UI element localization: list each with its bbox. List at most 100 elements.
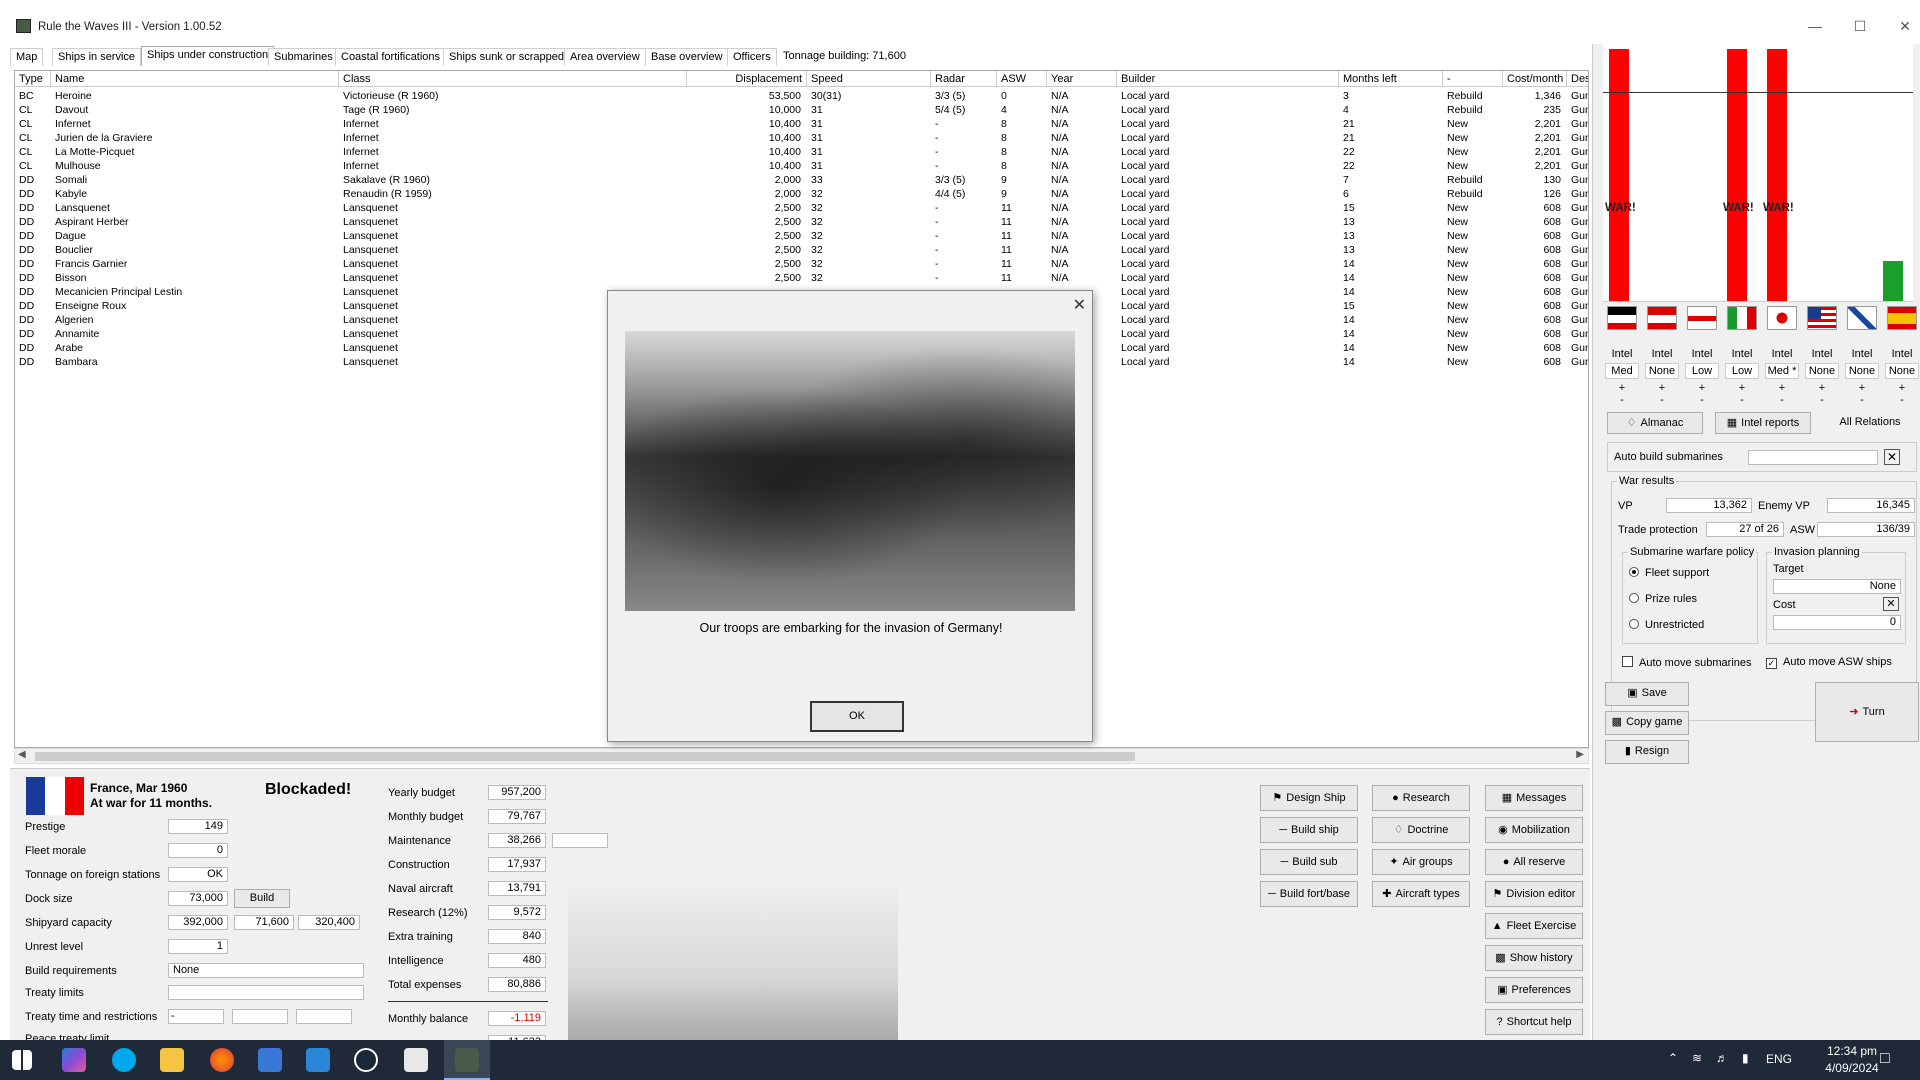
clock-date[interactable]: 4/09/2024 <box>1818 1061 1886 1075</box>
language-indicator[interactable]: ENG <box>1766 1052 1792 1066</box>
column-header[interactable]: Speed <box>807 71 931 87</box>
auto-move-asw-checkbox[interactable]: ✓ Auto move ASW ships <box>1766 656 1892 669</box>
windows-start-icon[interactable] <box>12 1050 32 1070</box>
build-sub-button[interactable]: ─ Build sub <box>1260 849 1358 875</box>
target-field[interactable]: None <box>1773 579 1901 594</box>
scroll-left-icon[interactable]: ◀ <box>18 749 26 760</box>
auto-build-subs-field[interactable] <box>1748 450 1878 465</box>
intel-adjust-buttons[interactable]: + - <box>1649 382 1683 406</box>
clear-icon[interactable]: ✕ <box>1884 449 1900 465</box>
flag-russia-icon[interactable] <box>1847 306 1877 330</box>
tray-battery-icon[interactable]: ▮ <box>1742 1051 1749 1065</box>
mobilization-button[interactable]: ◉ Mobilization <box>1485 817 1583 843</box>
intel-reports-button[interactable]: ▦ Intel reports <box>1715 412 1811 434</box>
column-header[interactable]: Type <box>15 71 51 87</box>
flag-italy-icon[interactable] <box>1727 306 1757 330</box>
table-row[interactable]: DD Bisson Lansquenet 2,500 32 - 11 N/A Local yar… <box>15 271 1588 285</box>
intel-adjust-buttons[interactable]: + - <box>1609 382 1643 406</box>
almanac-button[interactable]: ♢ Almanac <box>1607 412 1703 434</box>
table-row[interactable]: DD Bouclier Lansquenet 2,500 32 - 11 N/A Local y… <box>15 243 1588 257</box>
column-header[interactable]: - <box>1443 71 1503 87</box>
table-row[interactable]: CL La Motte-Picquet Infernet 10,400 31 - 8 N/A L… <box>15 145 1588 159</box>
auto-move-subs-checkbox[interactable]: Auto move submarines <box>1622 656 1752 669</box>
notifications-icon[interactable]: □ <box>1880 1050 1890 1068</box>
column-header[interactable]: Name <box>51 71 339 87</box>
tab-ships-sunk[interactable]: Ships sunk or scrapped <box>443 48 570 66</box>
design-ship-button[interactable]: ⚑ Design Ship <box>1260 785 1358 811</box>
firefox-icon[interactable] <box>210 1048 234 1072</box>
notepad-icon[interactable] <box>404 1048 428 1072</box>
close-icon[interactable]: ✕ <box>1890 14 1920 38</box>
rtw3-taskbar-button[interactable] <box>444 1040 490 1080</box>
save-button[interactable]: ▣ Save <box>1605 682 1689 706</box>
flag-usa-icon[interactable] <box>1807 306 1837 330</box>
intel-adjust-buttons[interactable]: + - <box>1769 382 1803 406</box>
table-row[interactable]: CL Mulhouse Infernet 10,400 31 - 8 N/A Local yar… <box>15 159 1588 173</box>
doctrine-button[interactable]: ♢ Doctrine <box>1372 817 1470 843</box>
ok-button[interactable]: OK <box>810 701 904 732</box>
column-header[interactable]: Descr <box>1567 71 1588 87</box>
mail-icon[interactable] <box>306 1048 330 1072</box>
table-row[interactable]: DD Aspirant Herber Lansquenet 2,500 32 - 11 N/A… <box>15 215 1588 229</box>
table-row[interactable]: DD Dague Lansquenet 2,500 32 - 11 N/A Local yard… <box>15 229 1588 243</box>
shortcut-help-button[interactable]: ? Shortcut help <box>1485 1009 1583 1035</box>
tray-chevron-icon[interactable]: ⌃ <box>1668 1051 1678 1065</box>
column-header[interactable]: Builder <box>1117 71 1339 87</box>
table-row[interactable]: CL Davout Tage (R 1960) 10,000 31 5/4 (5) 4 N/A… <box>15 103 1588 117</box>
research-button[interactable]: ● Research <box>1372 785 1470 811</box>
air-groups-button[interactable]: ✦ Air groups <box>1372 849 1470 875</box>
column-header[interactable]: Months left <box>1339 71 1443 87</box>
prize-rules-radio[interactable]: Prize rules <box>1629 593 1697 605</box>
file-explorer-icon[interactable] <box>160 1048 184 1072</box>
copy-game-button[interactable]: ▩ Copy game <box>1605 711 1689 735</box>
column-header[interactable]: Class <box>339 71 687 87</box>
tray-volume-icon[interactable]: ♬ <box>1716 1051 1728 1065</box>
tab-base-overview[interactable]: Base overview <box>645 48 729 66</box>
flag-uk-icon[interactable] <box>1687 306 1717 330</box>
clear-target-icon[interactable]: ✕ <box>1883 597 1899 611</box>
steam-icon[interactable] <box>354 1048 378 1072</box>
division-editor-button[interactable]: ⚑ Division editor <box>1485 881 1583 907</box>
horizontal-scrollbar[interactable]: ◀ ▶ <box>14 748 1589 764</box>
column-header[interactable]: Displacement <box>687 71 807 87</box>
tab-submarines[interactable]: Submarines <box>268 48 339 66</box>
turn-button[interactable]: ➜ Turn <box>1815 682 1919 742</box>
messages-button[interactable]: ▦ Messages <box>1485 785 1583 811</box>
build-fort-base-button[interactable]: ─ Build fort/base <box>1260 881 1358 907</box>
fleet-support-radio[interactable]: Fleet support <box>1629 567 1709 579</box>
flag-japan-icon[interactable] <box>1767 306 1797 330</box>
maximize-icon[interactable]: ☐ <box>1845 14 1875 38</box>
tab-ships-under-construction[interactable]: Ships under construction <box>141 46 275 66</box>
tab-ships-in-service[interactable]: Ships in service <box>52 48 142 66</box>
column-header[interactable]: Cost/month <box>1503 71 1567 87</box>
show-history-button[interactable]: ▩ Show history <box>1485 945 1583 971</box>
build-dock-button[interactable]: Build <box>234 889 290 908</box>
table-row[interactable]: CL Infernet Infernet 10,400 31 - 8 N/A Local yar… <box>15 117 1588 131</box>
tray-network-icon[interactable]: ≋ <box>1692 1051 1702 1065</box>
intel-adjust-buttons[interactable]: + - <box>1689 382 1723 406</box>
all-reserve-button[interactable]: ● All reserve <box>1485 849 1583 875</box>
intel-adjust-buttons[interactable]: + - <box>1809 382 1843 406</box>
table-row[interactable]: DD Francis Garnier Lansquenet 2,500 32 - 11 N/A… <box>15 257 1588 271</box>
scroll-right-icon[interactable]: ▶ <box>1576 749 1584 760</box>
tab-officers[interactable]: Officers <box>727 48 777 66</box>
tab-area-overview[interactable]: Area overview <box>564 48 646 66</box>
minimize-icon[interactable]: — <box>1800 14 1830 38</box>
dialog-close-icon[interactable]: ✕ <box>1073 295 1086 315</box>
all-relations-button[interactable]: All Relations <box>1823 412 1917 434</box>
preferences-button[interactable]: ▣ Preferences <box>1485 977 1583 1003</box>
table-row[interactable]: DD Lansquenet Lansquenet 2,500 32 - 11 N/A Local… <box>15 201 1588 215</box>
intel-adjust-buttons[interactable]: + - <box>1889 382 1920 406</box>
table-row[interactable]: DD Kabyle Renaudin (R 1959) 2,000 32 4/4 (5) 9… <box>15 187 1588 201</box>
intel-adjust-buttons[interactable]: + - <box>1729 382 1763 406</box>
tab-coastal-fortifications[interactable]: Coastal fortifications <box>335 48 447 66</box>
flag-germany-icon[interactable] <box>1607 306 1637 330</box>
column-header[interactable]: Radar <box>931 71 997 87</box>
unrestricted-radio[interactable]: Unrestricted <box>1629 619 1704 631</box>
tab-map[interactable]: Map <box>10 48 44 66</box>
store-icon[interactable] <box>258 1048 282 1072</box>
copilot-icon[interactable] <box>62 1048 86 1072</box>
table-row[interactable]: CL Jurien de la Graviere Infernet 10,400 31 -… <box>15 131 1588 145</box>
scroll-thumb[interactable] <box>35 752 1135 761</box>
resign-button[interactable]: ▮ Resign <box>1605 740 1689 764</box>
